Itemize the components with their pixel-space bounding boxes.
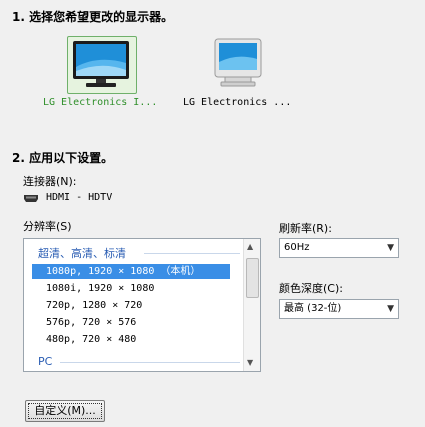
chevron-down-icon[interactable]: ▼ <box>387 300 394 318</box>
refresh-rate-value: 60Hz <box>284 242 310 253</box>
scroll-up-icon[interactable]: ▲ <box>247 242 253 251</box>
resolution-item[interactable]: 480p, 720 × 480 <box>32 332 230 347</box>
group-header-hd: 超清、高清、标清 <box>38 247 126 260</box>
hdmi-connector-icon <box>23 193 39 202</box>
customize-button[interactable]: 自定义(M)... <box>25 400 105 422</box>
step1-title: 1. 选择您希望更改的显示器。 <box>12 10 174 24</box>
monitor-crt-icon <box>214 38 262 87</box>
connector-value: HDMI - HDTV <box>46 192 113 203</box>
resolution-listbox[interactable]: 超清、高清、标清 1080p, 1920 × 1080 （本机） 1080i, … <box>23 238 261 372</box>
resolution-item[interactable]: 720p, 1280 × 720 <box>32 298 230 313</box>
chevron-down-icon[interactable]: ▼ <box>387 239 394 257</box>
monitor-flatpanel-icon <box>73 41 129 87</box>
refresh-rate-select[interactable]: 60Hz ▼ <box>279 238 399 258</box>
monitor-1-label[interactable]: LG Electronics I... <box>43 97 157 108</box>
color-depth-label: 颜色深度(C): <box>279 282 343 295</box>
resolution-item[interactable]: 1080i, 1920 × 1080 <box>32 281 230 296</box>
connector-label: 连接器(N): <box>23 175 77 188</box>
color-depth-value: 最高 (32-位) <box>284 303 342 314</box>
scroll-thumb[interactable] <box>246 258 259 298</box>
step2-title: 2. 应用以下设置。 <box>12 151 114 165</box>
resolution-label: 分辨率(S) <box>23 220 72 233</box>
color-depth-select[interactable]: 最高 (32-位) ▼ <box>279 299 399 319</box>
monitor-1-tile[interactable] <box>67 36 137 94</box>
monitor-2-label[interactable]: LG Electronics ... <box>183 97 291 108</box>
monitor-2-tile[interactable] <box>205 36 273 92</box>
listbox-scrollbar[interactable]: ▲ ▼ <box>243 239 260 371</box>
group-header-pc: PC <box>38 355 53 368</box>
scroll-down-icon[interactable]: ▼ <box>247 358 253 367</box>
resolution-item[interactable]: 576p, 720 × 576 <box>32 315 230 330</box>
group-divider <box>144 253 240 254</box>
group-divider <box>60 362 240 363</box>
resolution-item[interactable]: 1080p, 1920 × 1080 （本机） <box>32 264 230 279</box>
refresh-rate-label: 刷新率(R): <box>279 222 332 235</box>
